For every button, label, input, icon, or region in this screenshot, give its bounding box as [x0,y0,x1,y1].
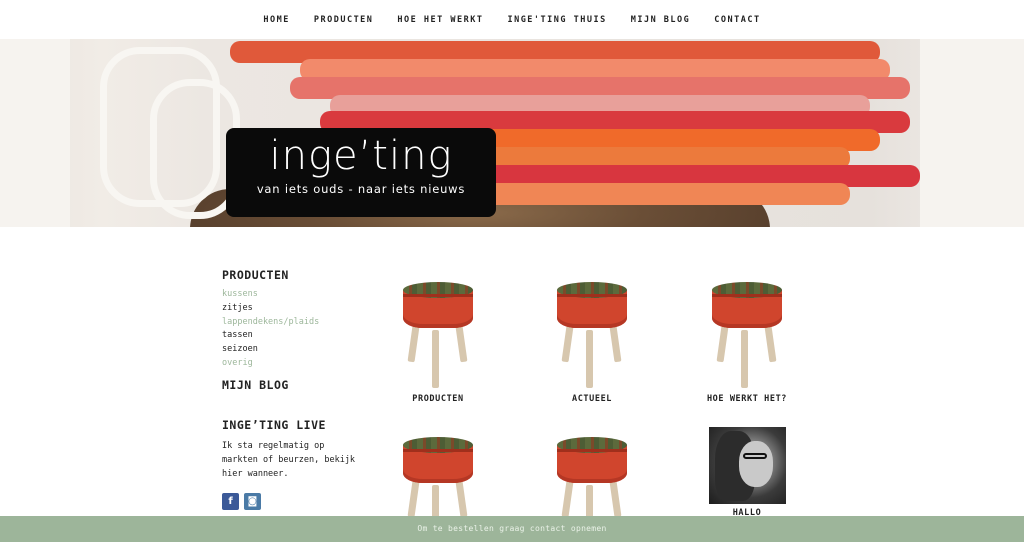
instagram-icon[interactable]: ◙ [244,493,261,510]
wall-panel [0,39,70,227]
facebook-icon[interactable]: f [222,493,239,510]
product-link-overig[interactable]: overig [222,357,382,371]
grid-item-hallo[interactable]: HALLO [692,427,802,518]
product-link-lappendekens[interactable]: lappendekens/plaids [222,316,382,330]
live-heading: INGE’TING LIVE [222,417,326,432]
grid-caption[interactable]: PRODUCTEN [383,394,493,404]
product-link-zitjes[interactable]: zitjes [222,302,382,316]
stool-image [552,282,632,392]
nav-producten[interactable]: PRODUCTEN [314,15,374,25]
grid-item-producten[interactable]: PRODUCTEN [383,282,493,404]
product-link-tassen[interactable]: tassen [222,329,382,343]
product-link-seizoen[interactable]: seizoen [222,343,382,357]
nav-home[interactable]: HOME [263,15,289,25]
nav-ingeting-thuis[interactable]: INGE'TING THUIS [507,15,606,25]
logo-tagline: van iets ouds - naar iets nieuws [256,182,466,196]
top-navigation: HOME PRODUCTEN HOE HET WERKT INGE'TING T… [0,0,1024,39]
grid-caption[interactable]: HOE WERKT HET? [692,394,802,404]
stool-image [707,282,787,392]
products-list: kussens zitjes lappendekens/plaids tasse… [222,288,382,371]
sidebar: PRODUCTEN kussens zitjes lappendekens/pl… [222,268,382,481]
brand-logo: inge’ting van iets ouds - naar iets nieu… [226,128,496,217]
stool-image [398,282,478,392]
product-link-kussens[interactable]: kussens [222,288,382,302]
grid-caption[interactable]: ACTUEEL [537,394,647,404]
wall-panel [920,39,1024,227]
blanket-layer [470,183,850,205]
grid-item-actueel[interactable]: ACTUEEL [537,282,647,404]
nav-hoe-het-werkt[interactable]: HOE HET WERKT [397,15,483,25]
hero-slider[interactable]: inge’ting van iets ouds - naar iets nieu… [0,39,1024,227]
nav-mijn-blog[interactable]: MIJN BLOG [631,15,691,25]
blog-heading[interactable]: MIJN BLOG [222,378,382,392]
nav-contact[interactable]: CONTACT [714,15,760,25]
social-links: f ◙ [222,493,261,510]
live-text[interactable]: Ik sta regelmatig op markten of beurzen,… [222,439,357,481]
grid-item-hoe-werkt-het[interactable]: HOE WERKT HET? [692,282,802,404]
logo-title: inge’ting [269,133,453,179]
profile-photo [708,427,786,504]
products-heading: PRODUCTEN [222,268,289,282]
info-bar[interactable]: Om te bestellen graag contact opnemen [0,516,1024,542]
